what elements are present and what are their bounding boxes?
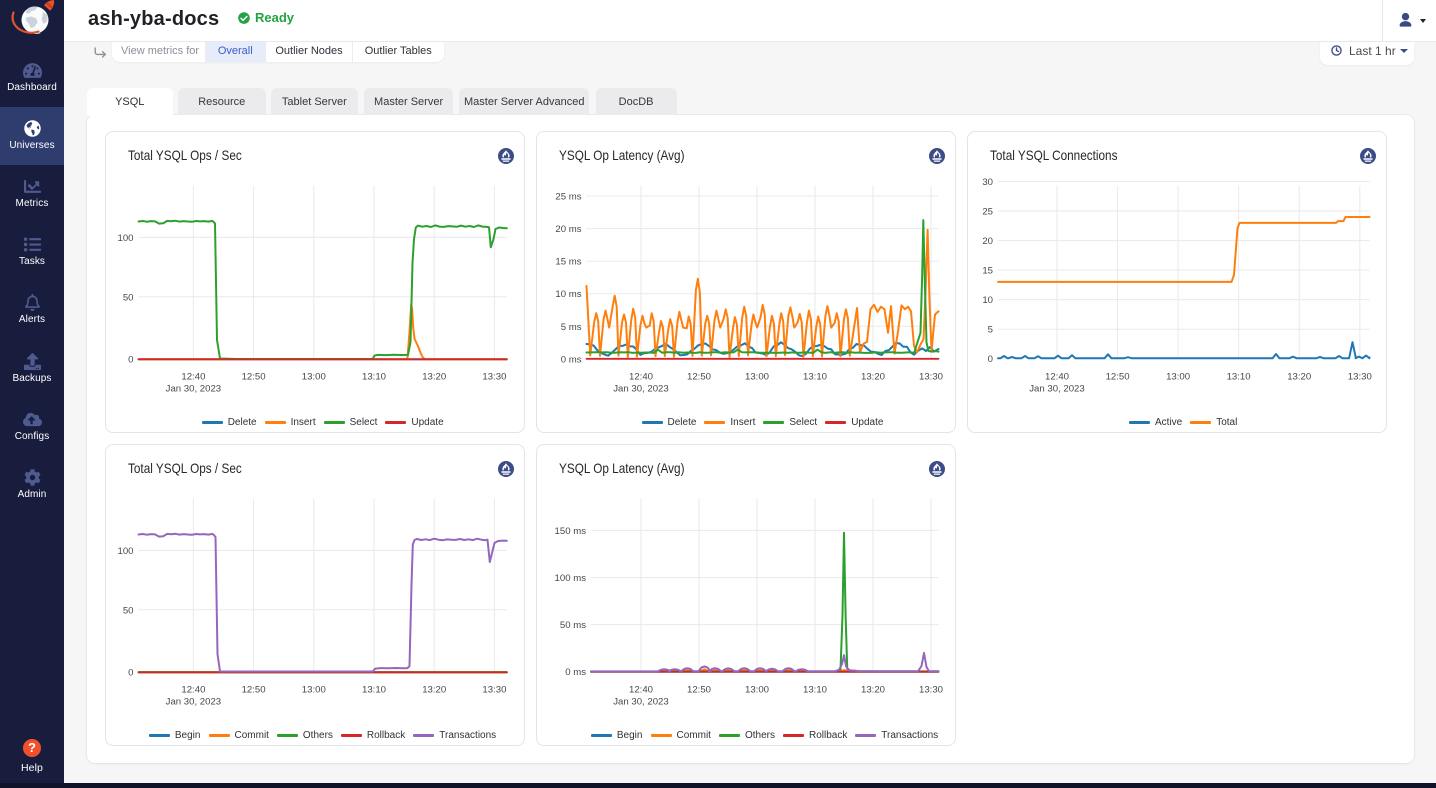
svg-text:13:10: 13:10 (803, 685, 827, 696)
svg-text:12:50: 12:50 (687, 685, 711, 696)
svg-text:13:20: 13:20 (861, 685, 885, 696)
svg-text:12:40: 12:40 (1045, 372, 1069, 383)
svg-text:13:10: 13:10 (1227, 372, 1251, 383)
svg-text:0: 0 (128, 667, 133, 678)
svg-text:150 ms: 150 ms (555, 526, 587, 537)
svg-text:Jan 30, 2023: Jan 30, 2023 (613, 384, 668, 395)
svg-text:25: 25 (982, 207, 993, 218)
svg-text:0 ms: 0 ms (565, 667, 586, 678)
svg-text:0: 0 (988, 354, 993, 365)
svg-text:13:30: 13:30 (482, 372, 506, 383)
svg-text:100 ms: 100 ms (555, 573, 587, 584)
svg-text:0 ms: 0 ms (561, 354, 582, 365)
svg-text:13:20: 13:20 (422, 685, 446, 696)
svg-text:Jan 30, 2023: Jan 30, 2023 (1029, 384, 1084, 395)
svg-text:10 ms: 10 ms (555, 289, 581, 300)
svg-text:13:20: 13:20 (422, 372, 446, 383)
svg-text:30: 30 (982, 177, 993, 188)
svg-text:12:40: 12:40 (629, 372, 653, 383)
svg-text:13:30: 13:30 (1348, 372, 1372, 383)
svg-text:12:40: 12:40 (181, 372, 205, 383)
svg-text:12:40: 12:40 (629, 685, 653, 696)
svg-text:25 ms: 25 ms (555, 192, 581, 203)
svg-text:13:30: 13:30 (919, 372, 943, 383)
svg-text:13:30: 13:30 (482, 685, 506, 696)
svg-text:20: 20 (982, 236, 993, 247)
svg-text:13:00: 13:00 (745, 372, 769, 383)
svg-text:12:50: 12:50 (242, 372, 266, 383)
svg-text:13:00: 13:00 (745, 685, 769, 696)
svg-text:13:30: 13:30 (919, 685, 943, 696)
svg-text:5 ms: 5 ms (561, 322, 582, 333)
svg-text:50 ms: 50 ms (560, 620, 586, 631)
svg-text:12:50: 12:50 (242, 685, 266, 696)
svg-text:50: 50 (123, 292, 134, 303)
svg-text:13:10: 13:10 (362, 685, 386, 696)
svg-text:13:10: 13:10 (362, 372, 386, 383)
svg-text:13:10: 13:10 (803, 372, 827, 383)
svg-text:5: 5 (988, 325, 993, 336)
svg-text:12:50: 12:50 (1106, 372, 1130, 383)
svg-text:13:00: 13:00 (1166, 372, 1190, 383)
svg-text:10: 10 (982, 295, 993, 306)
svg-text:Jan 30, 2023: Jan 30, 2023 (166, 384, 221, 395)
svg-text:100: 100 (117, 546, 133, 557)
svg-text:0: 0 (128, 354, 133, 365)
svg-text:Jan 30, 2023: Jan 30, 2023 (166, 697, 221, 708)
svg-text:15: 15 (982, 266, 993, 277)
svg-text:50: 50 (123, 605, 134, 616)
svg-text:15 ms: 15 ms (555, 257, 581, 268)
svg-text:12:50: 12:50 (687, 372, 711, 383)
svg-text:100: 100 (117, 233, 133, 244)
svg-text:13:20: 13:20 (1287, 372, 1311, 383)
svg-text:13:20: 13:20 (861, 372, 885, 383)
svg-text:13:00: 13:00 (302, 685, 326, 696)
svg-text:Jan 30, 2023: Jan 30, 2023 (613, 697, 668, 708)
svg-text:20 ms: 20 ms (555, 224, 581, 235)
svg-text:13:00: 13:00 (302, 372, 326, 383)
svg-text:12:40: 12:40 (181, 685, 205, 696)
